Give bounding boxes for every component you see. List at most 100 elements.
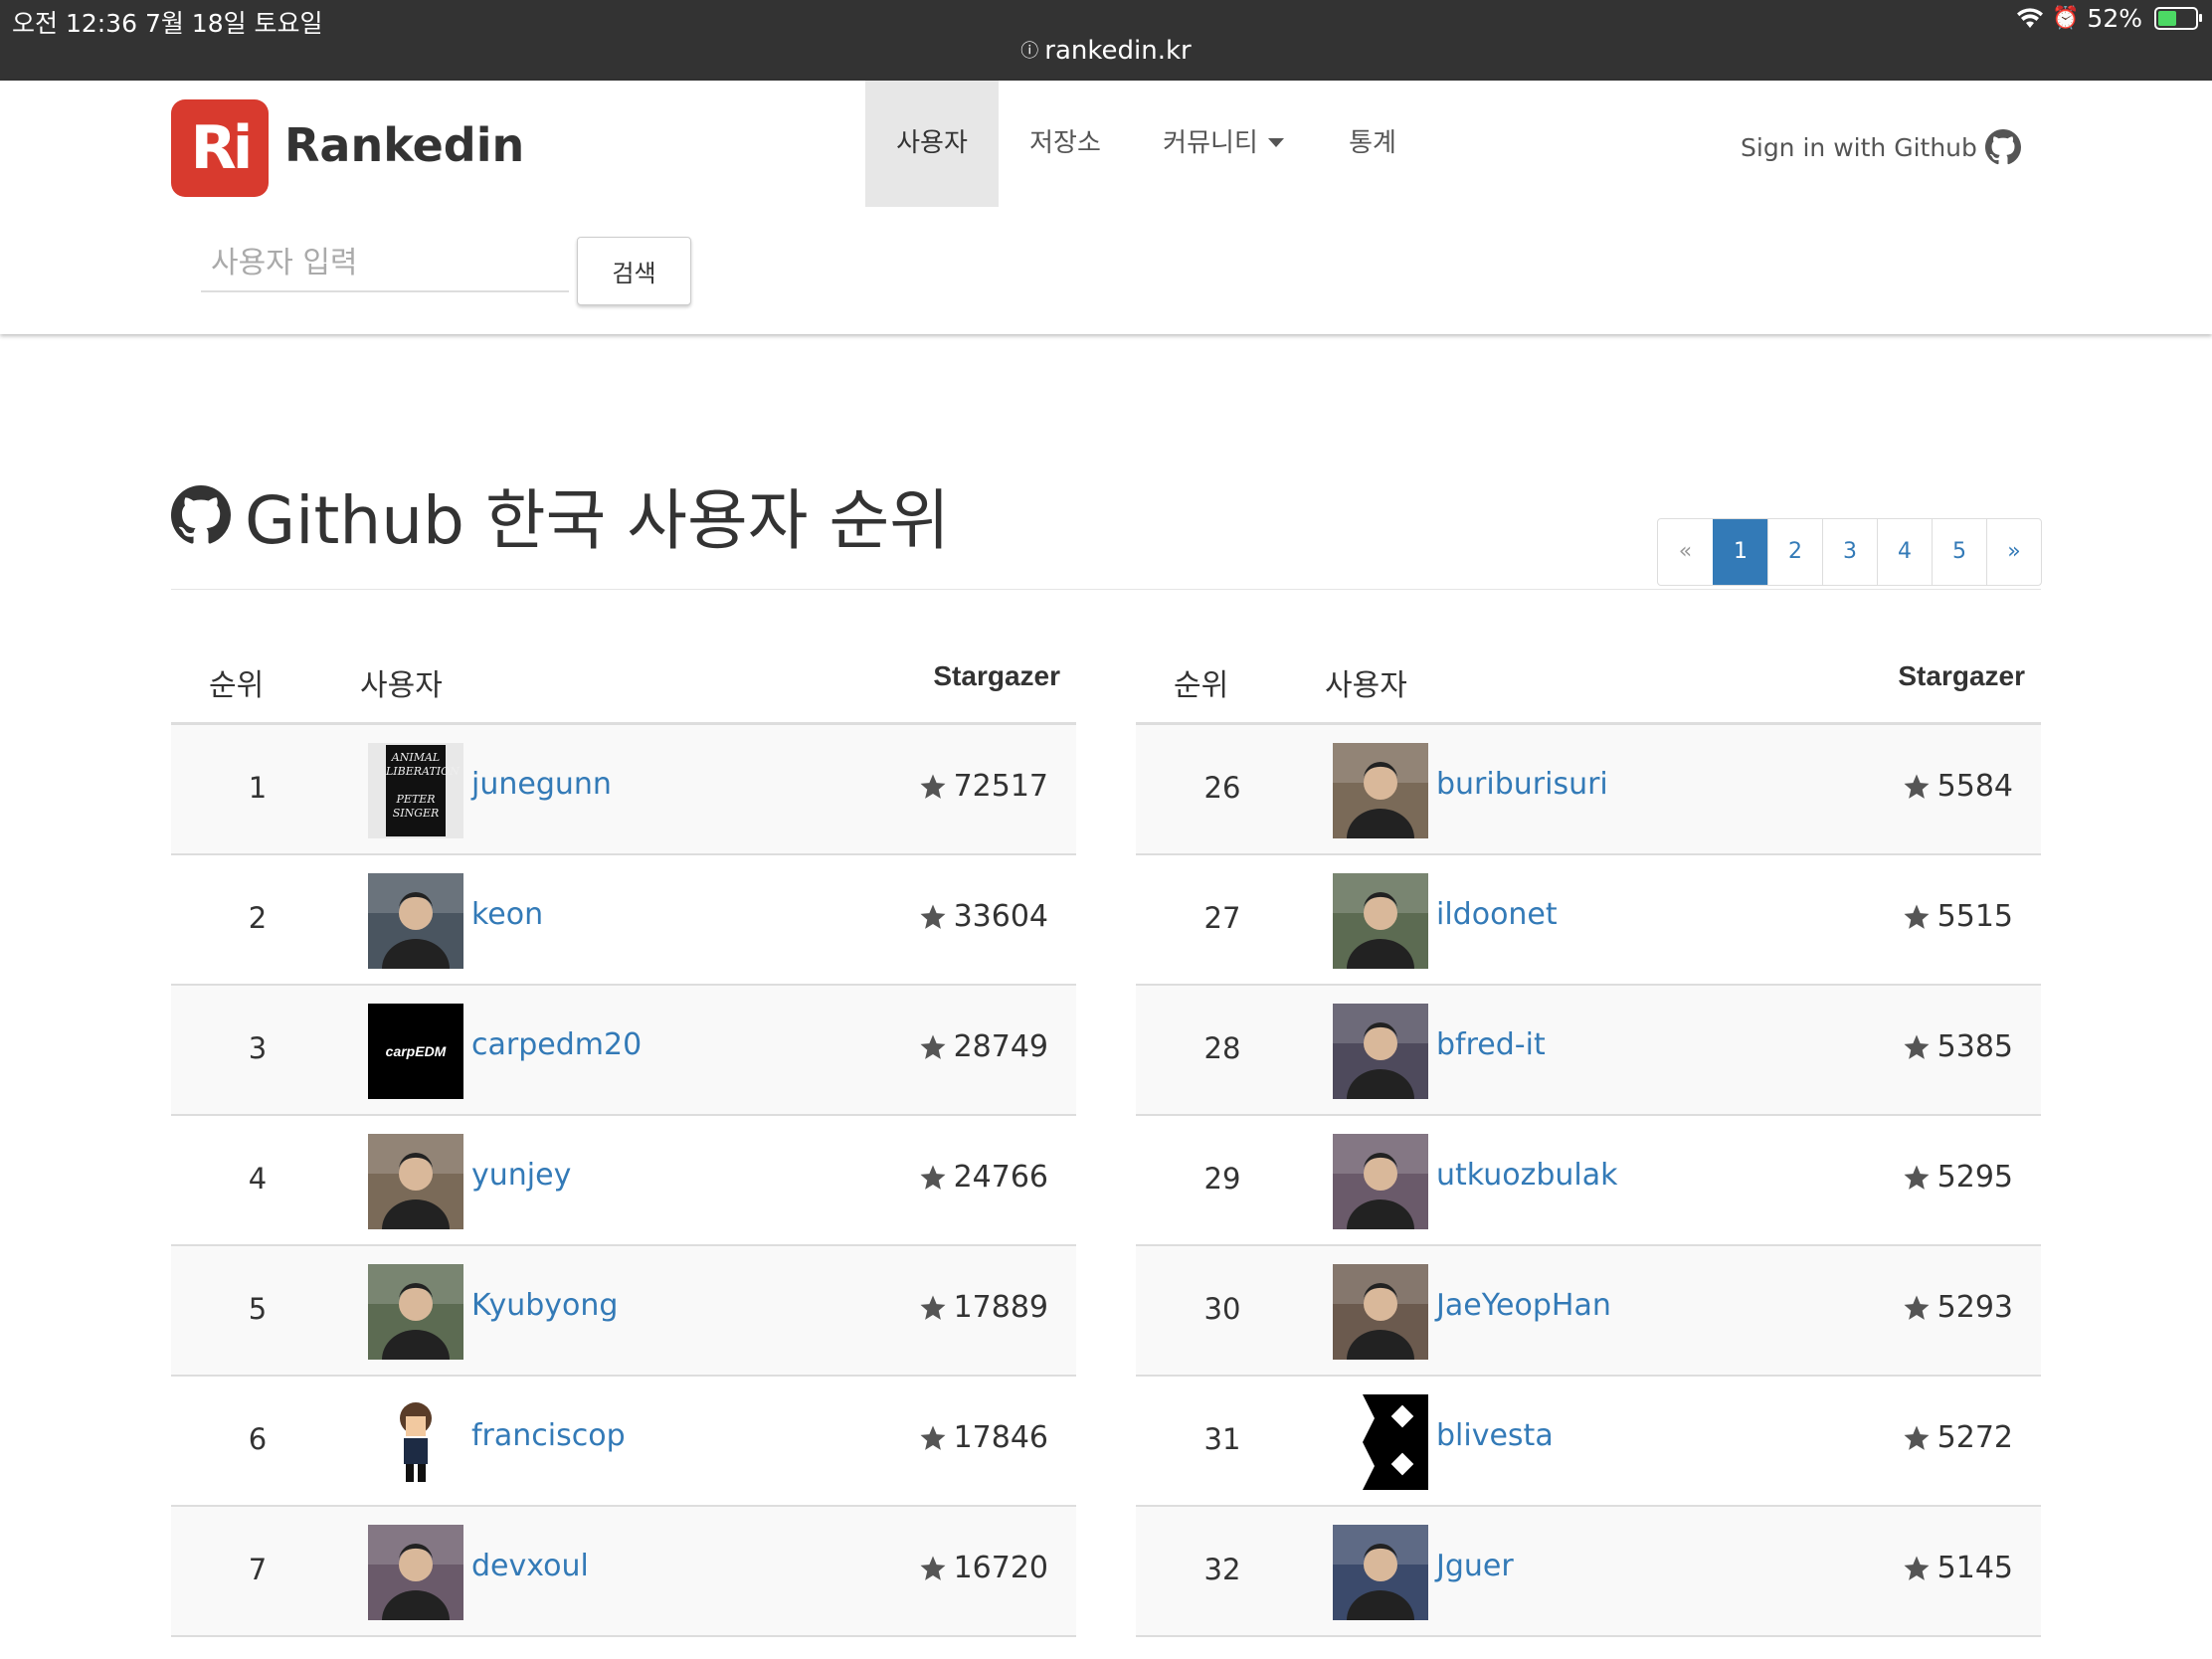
- rank-cell: 27: [1203, 901, 1241, 935]
- stargazer-count: 5295: [1936, 1160, 2013, 1195]
- wifi-icon: [2017, 7, 2044, 28]
- username-link[interactable]: Jguer: [1436, 1549, 1514, 1583]
- stargazer-cell: 5385: [1902, 1029, 2013, 1064]
- avatar[interactable]: [1333, 1264, 1428, 1360]
- page-5[interactable]: 5: [1932, 519, 1986, 585]
- stargazer-count: 17846: [953, 1420, 1048, 1455]
- header-stars: Stargazer: [933, 660, 1060, 691]
- stargazer-count: 5584: [1936, 769, 2013, 804]
- avatar[interactable]: [368, 1525, 463, 1620]
- username-link[interactable]: blivesta: [1436, 1418, 1554, 1453]
- star-icon: [1904, 1556, 1930, 1580]
- header-user: 사용자: [1325, 668, 1407, 703]
- page-next[interactable]: »: [1986, 519, 2041, 585]
- avatar[interactable]: [368, 1134, 463, 1229]
- star-icon: [920, 1034, 946, 1059]
- page-4[interactable]: 4: [1877, 519, 1932, 585]
- battery-icon: [2154, 7, 2202, 30]
- status-indicators: ⏰ 52%: [2016, 4, 2202, 33]
- status-time: 오전 12:36 7월 18일 토요일: [12, 9, 323, 38]
- star-icon: [1904, 1295, 1930, 1320]
- star-icon: [1904, 774, 1930, 799]
- table-row: 3 carpEDM carpedm20 28749: [171, 986, 1076, 1116]
- signin-link[interactable]: Sign in with Github: [1741, 129, 2021, 165]
- star-icon: [920, 1295, 946, 1320]
- table-row: 28 bfred-it 5385: [1136, 986, 2041, 1116]
- nav-community-label: 커뮤니티: [1163, 128, 1258, 158]
- avatar[interactable]: [1333, 1394, 1428, 1490]
- table-row: 32 Jguer 5145: [1136, 1507, 2041, 1637]
- header-user: 사용자: [360, 668, 443, 703]
- nav-community[interactable]: 커뮤니티: [1144, 81, 1303, 207]
- search-input[interactable]: [201, 235, 569, 292]
- brand-name[interactable]: Rankedin: [284, 118, 524, 172]
- stargazer-count: 5293: [1936, 1290, 2013, 1325]
- username-link[interactable]: buriburisuri: [1436, 767, 1608, 802]
- nav-repositories[interactable]: 저장소: [1005, 81, 1126, 207]
- stargazer-count: 5145: [1936, 1551, 2013, 1585]
- username-link[interactable]: ildoonet: [1436, 897, 1558, 932]
- table-row: 27 ildoonet 5515: [1136, 855, 2041, 986]
- username-link[interactable]: Kyubyong: [471, 1288, 618, 1323]
- logo-mark[interactable]: Ri: [171, 99, 269, 197]
- nav-users[interactable]: 사용자: [865, 81, 999, 207]
- star-icon: [920, 1556, 946, 1580]
- avatar[interactable]: [368, 873, 463, 969]
- avatar[interactable]: [1333, 743, 1428, 838]
- page-1[interactable]: 1: [1713, 519, 1767, 585]
- username-link[interactable]: carpedm20: [471, 1027, 642, 1062]
- username-link[interactable]: franciscop: [471, 1418, 626, 1453]
- stargazer-cell: 17889: [918, 1290, 1048, 1325]
- page-3[interactable]: 3: [1822, 519, 1877, 585]
- username-link[interactable]: junegunn: [471, 767, 612, 802]
- stargazer-count: 17889: [953, 1290, 1048, 1325]
- stargazer-cell: 24766: [918, 1160, 1048, 1195]
- signin-label: Sign in with Github: [1741, 132, 1977, 162]
- username-link[interactable]: devxoul: [471, 1549, 589, 1583]
- title-divider: [171, 589, 2041, 590]
- status-bar: 오전 12:36 7월 18일 토요일 ⓘ rankedin.kr ⏰ 52%: [0, 0, 2212, 81]
- rank-cell: 30: [1203, 1292, 1241, 1326]
- avatar[interactable]: [1333, 1525, 1428, 1620]
- url-text: rankedin.kr: [1044, 36, 1192, 66]
- avatar[interactable]: carpEDM: [368, 1004, 463, 1099]
- username-link[interactable]: bfred-it: [1436, 1027, 1546, 1062]
- avatar[interactable]: [1333, 1004, 1428, 1099]
- caret-down-icon: [1267, 138, 1284, 147]
- address-bar[interactable]: ⓘ rankedin.kr: [0, 36, 2212, 66]
- avatar[interactable]: [368, 1394, 463, 1490]
- info-icon: ⓘ: [1020, 41, 1039, 62]
- table-row: 30 JaeYeopHan 5293: [1136, 1246, 2041, 1377]
- table-row: 4 yunjey 24766: [171, 1116, 1076, 1246]
- star-icon: [1904, 904, 1930, 929]
- rank-cell: 7: [248, 1553, 268, 1586]
- header-rank: 순위: [209, 668, 265, 703]
- rank-cell: 32: [1203, 1553, 1241, 1586]
- page-title: Github 한국 사용자 순위: [171, 467, 950, 563]
- username-link[interactable]: keon: [471, 897, 543, 932]
- rank-cell: 5: [248, 1292, 268, 1326]
- header-stars: Stargazer: [1898, 660, 2025, 691]
- username-link[interactable]: yunjey: [471, 1158, 571, 1193]
- stargazer-cell: 5293: [1902, 1290, 2013, 1325]
- avatar[interactable]: [368, 1264, 463, 1360]
- search-button[interactable]: 검색: [577, 237, 691, 305]
- avatar[interactable]: ANIMAL LIBERATION PETER SINGER: [368, 743, 463, 838]
- stargazer-cell: 5515: [1902, 899, 2013, 934]
- username-link[interactable]: JaeYeopHan: [1436, 1288, 1611, 1323]
- stargazer-cell: 5584: [1902, 769, 2013, 804]
- ranking-table-left: 순위 사용자 Stargazer 1 ANIMAL LIBERATION PETER S…: [171, 637, 1076, 1637]
- page-2[interactable]: 2: [1767, 519, 1822, 585]
- username-link[interactable]: utkuozbulak: [1436, 1158, 1618, 1193]
- alarm-icon: ⏰: [2052, 6, 2080, 31]
- avatar[interactable]: [1333, 873, 1428, 969]
- table-row: 7 devxoul 16720: [171, 1507, 1076, 1637]
- rank-cell: 1: [248, 771, 268, 805]
- table-row: 2 keon 33604: [171, 855, 1076, 986]
- table-header: 순위 사용자 Stargazer: [171, 637, 1076, 725]
- github-icon: [171, 485, 231, 544]
- nav-stats[interactable]: 통계: [1323, 81, 1422, 207]
- avatar[interactable]: [1333, 1134, 1428, 1229]
- battery-percent: 52%: [2087, 4, 2142, 33]
- page-prev[interactable]: «: [1658, 519, 1713, 585]
